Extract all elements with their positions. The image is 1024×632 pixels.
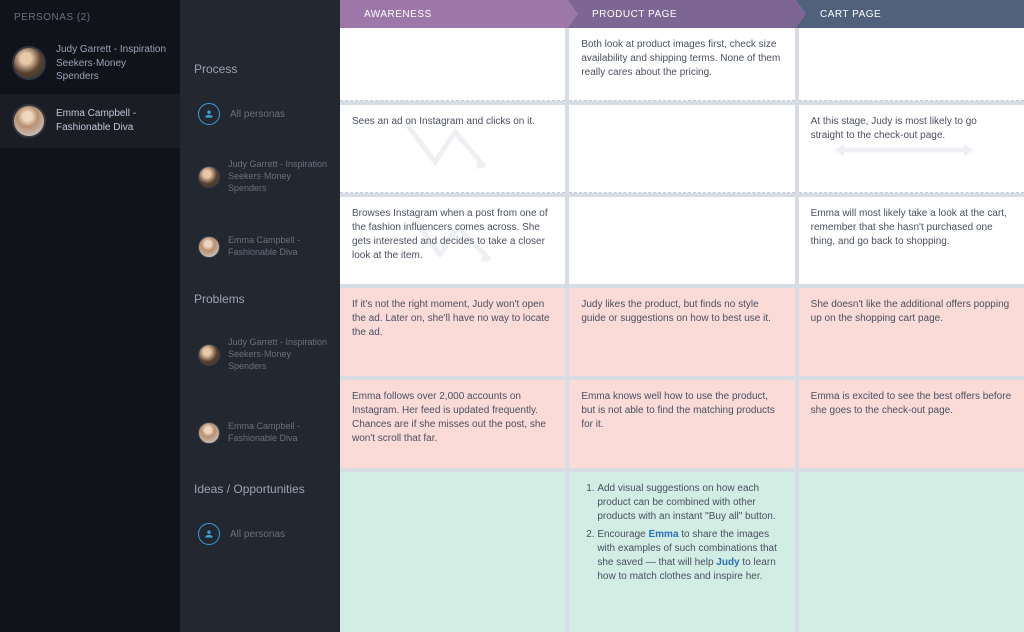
row-header-problems-emma[interactable]: Emma Campbell - Fashionable Diva [180,394,340,472]
row-header-process-judy[interactable]: Judy Garrett - Inspiration Seekers·Money… [180,142,340,212]
personas-sidebar: PERSONAS (2) Judy Garrett - Inspiration … [0,0,180,632]
cell-ideas-all-product[interactable]: Add visual suggestions on how each produ… [569,472,794,632]
cell-problems-judy-cart[interactable]: She doesn't like the additional offers p… [799,288,1024,376]
avatar-judy-icon [198,344,220,366]
ideas-list-item: Encourage Emma to share the images with … [597,528,782,584]
avatar-emma [12,104,46,138]
row-header-all-personas[interactable]: All personas [180,86,340,142]
avatar-judy-icon [198,166,220,188]
cell-process-emma-product[interactable] [569,197,794,285]
cell-ideas-all-awareness[interactable] [340,472,565,632]
cell-process-emma-awareness[interactable]: Browses Instagram when a post from one o… [340,197,565,285]
cell-process-judy-awareness[interactable]: Sees an ad on Instagram and clicks on it… [340,105,565,193]
cell-problems-emma-product[interactable]: Emma knows well how to use the product, … [569,380,794,468]
persona-label-judy: Judy Garrett - Inspiration Seekers·Money… [56,43,168,84]
section-ideas-label: Ideas / Opportunities [180,472,340,506]
avatar-emma-icon [198,422,220,444]
row-header-process-emma[interactable]: Emma Campbell - Fashionable Diva [180,212,340,282]
persona-label-emma: Emma Campbell - Fashionable Diva [56,107,168,134]
cell-ideas-all-cart[interactable] [799,472,1024,632]
cell-problems-judy-awareness[interactable]: If it's not the right moment, Judy won't… [340,288,565,376]
cell-problems-emma-awareness[interactable]: Emma follows over 2,000 accounts on Inst… [340,380,565,468]
row-label-judy: Judy Garrett - Inspiration Seekers·Money… [228,159,330,194]
cell-problems-emma-cart[interactable]: Emma is excited to see the best offers b… [799,380,1024,468]
cell-process-all-product[interactable]: Both look at product images first, check… [569,28,794,101]
users-icon [198,523,220,545]
cell-process-all-cart[interactable] [799,28,1024,101]
sidebar-item-judy[interactable]: Judy Garrett - Inspiration Seekers·Money… [0,33,180,94]
stage-product-page[interactable]: PRODUCT PAGE [568,0,796,28]
users-icon [198,103,220,125]
app-root: PERSONAS (2) Judy Garrett - Inspiration … [0,0,1024,632]
cell-text: Browses Instagram when a post from one o… [352,208,548,261]
avatar-emma-icon [198,236,220,258]
cell-process-all-awareness[interactable] [340,28,565,101]
avatar-judy [12,46,46,80]
stage-cart-page[interactable]: CART PAGE [796,0,1024,28]
row-header-problems-judy[interactable]: Judy Garrett - Inspiration Seekers·Money… [180,316,340,394]
ideas-list-item: Add visual suggestions on how each produ… [597,482,782,524]
all-personas-label: All personas [230,108,285,121]
section-process-label: Process [180,52,340,86]
row-label-emma: Emma Campbell - Fashionable Diva [228,235,330,258]
journey-grid: AWARENESS PRODUCT PAGE CART PAGE Both lo… [340,0,1024,632]
cell-problems-judy-product[interactable]: Judy likes the product, but finds no sty… [569,288,794,376]
cell-text: Sees an ad on Instagram and clicks on it… [352,116,535,127]
section-problems-label: Problems [180,282,340,316]
all-personas-label: All personas [230,528,285,541]
cells-grid: Both look at product images first, check… [340,28,1024,632]
sidebar-title: PERSONAS (2) [0,8,180,33]
row-label-judy: Judy Garrett - Inspiration Seekers·Money… [228,337,330,372]
cell-process-judy-cart[interactable]: At this stage, Judy is most likely to go… [799,105,1024,193]
row-headers-column: Process All personas Judy Garrett - Insp… [180,0,340,632]
row-header-ideas-all[interactable]: All personas [180,506,340,562]
sidebar-item-emma[interactable]: Emma Campbell - Fashionable Diva [0,94,180,148]
ideas-list: Add visual suggestions on how each produ… [581,482,782,584]
cell-text: At this stage, Judy is most likely to go… [811,116,977,141]
stage-awareness[interactable]: AWARENESS [340,0,568,28]
cell-process-judy-product[interactable] [569,105,794,193]
cell-process-emma-cart[interactable]: Emma will most likely take a look at the… [799,197,1024,285]
row-label-emma: Emma Campbell - Fashionable Diva [228,421,330,444]
stage-header-row: AWARENESS PRODUCT PAGE CART PAGE [340,0,1024,28]
